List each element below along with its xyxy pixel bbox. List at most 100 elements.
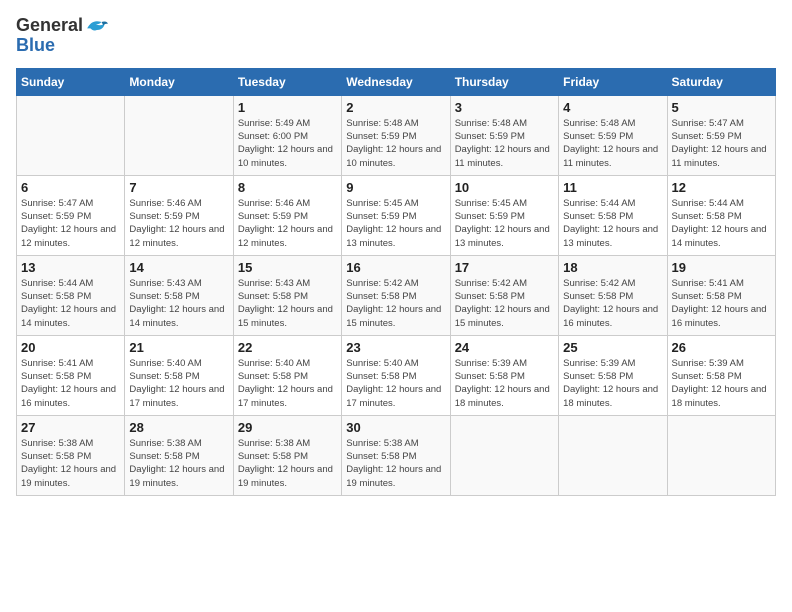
day-number: 9: [346, 180, 445, 195]
day-number: 29: [238, 420, 337, 435]
calendar-cell: 23 Sunrise: 5:40 AM Sunset: 5:58 PM Dayli…: [342, 335, 450, 415]
day-content: Sunrise: 5:38 AM Sunset: 5:58 PM Dayligh…: [346, 437, 445, 490]
calendar-cell: [559, 415, 667, 495]
calendar-cell: [125, 95, 233, 175]
day-content: Sunrise: 5:48 AM Sunset: 5:59 PM Dayligh…: [455, 117, 554, 170]
calendar-cell: 30 Sunrise: 5:38 AM Sunset: 5:58 PM Dayli…: [342, 415, 450, 495]
day-number: 1: [238, 100, 337, 115]
day-content: Sunrise: 5:38 AM Sunset: 5:58 PM Dayligh…: [21, 437, 120, 490]
calendar-table: SundayMondayTuesdayWednesdayThursdayFrid…: [16, 68, 776, 496]
calendar-cell: 24 Sunrise: 5:39 AM Sunset: 5:58 PM Dayli…: [450, 335, 558, 415]
day-number: 2: [346, 100, 445, 115]
day-number: 15: [238, 260, 337, 275]
calendar-cell: 6 Sunrise: 5:47 AM Sunset: 5:59 PM Daylig…: [17, 175, 125, 255]
day-content: Sunrise: 5:48 AM Sunset: 5:59 PM Dayligh…: [563, 117, 662, 170]
day-content: Sunrise: 5:38 AM Sunset: 5:58 PM Dayligh…: [238, 437, 337, 490]
day-number: 26: [672, 340, 771, 355]
calendar-cell: 9 Sunrise: 5:45 AM Sunset: 5:59 PM Daylig…: [342, 175, 450, 255]
day-content: Sunrise: 5:39 AM Sunset: 5:58 PM Dayligh…: [455, 357, 554, 410]
calendar-cell: 18Sunrise: 5:42 AM Sunset: 5:58 PM Dayli…: [559, 255, 667, 335]
calendar-cell: 8Sunrise: 5:46 AM Sunset: 5:59 PM Daylig…: [233, 175, 341, 255]
calendar-week-row: 6 Sunrise: 5:47 AM Sunset: 5:59 PM Daylig…: [17, 175, 776, 255]
calendar-cell: [17, 95, 125, 175]
calendar-cell: 29 Sunrise: 5:38 AM Sunset: 5:58 PM Dayli…: [233, 415, 341, 495]
day-number: 11: [563, 180, 662, 195]
day-number: 10: [455, 180, 554, 195]
day-content: Sunrise: 5:43 AM Sunset: 5:58 PM Dayligh…: [238, 277, 337, 330]
day-content: Sunrise: 5:41 AM Sunset: 5:58 PM Dayligh…: [21, 357, 120, 410]
day-number: 28: [129, 420, 228, 435]
day-content: Sunrise: 5:38 AM Sunset: 5:58 PM Dayligh…: [129, 437, 228, 490]
weekday-header-friday: Friday: [559, 68, 667, 95]
calendar-cell: 16 Sunrise: 5:42 AM Sunset: 5:58 PM Dayli…: [342, 255, 450, 335]
day-number: 22: [238, 340, 337, 355]
day-number: 13: [21, 260, 120, 275]
day-content: Sunrise: 5:39 AM Sunset: 5:58 PM Dayligh…: [563, 357, 662, 410]
calendar-cell: [450, 415, 558, 495]
calendar-cell: 26 Sunrise: 5:39 AM Sunset: 5:58 PM Dayli…: [667, 335, 775, 415]
weekday-header-row: SundayMondayTuesdayWednesdayThursdayFrid…: [17, 68, 776, 95]
day-content: Sunrise: 5:40 AM Sunset: 5:58 PM Dayligh…: [129, 357, 228, 410]
day-number: 14: [129, 260, 228, 275]
calendar-week-row: 27 Sunrise: 5:38 AM Sunset: 5:58 PM Dayli…: [17, 415, 776, 495]
calendar-cell: 21Sunrise: 5:40 AM Sunset: 5:58 PM Dayli…: [125, 335, 233, 415]
day-content: Sunrise: 5:48 AM Sunset: 5:59 PM Dayligh…: [346, 117, 445, 170]
calendar-cell: 20 Sunrise: 5:41 AM Sunset: 5:58 PM Dayli…: [17, 335, 125, 415]
day-content: Sunrise: 5:45 AM Sunset: 5:59 PM Dayligh…: [455, 197, 554, 250]
calendar-week-row: 1 Sunrise: 5:49 AM Sunset: 6:00 PM Daylig…: [17, 95, 776, 175]
calendar-cell: 19Sunrise: 5:41 AM Sunset: 5:58 PM Dayli…: [667, 255, 775, 335]
day-content: Sunrise: 5:46 AM Sunset: 5:59 PM Dayligh…: [238, 197, 337, 250]
day-content: Sunrise: 5:42 AM Sunset: 5:58 PM Dayligh…: [455, 277, 554, 330]
day-content: Sunrise: 5:47 AM Sunset: 5:59 PM Dayligh…: [21, 197, 120, 250]
day-content: Sunrise: 5:47 AM Sunset: 5:59 PM Dayligh…: [672, 117, 771, 170]
day-content: Sunrise: 5:39 AM Sunset: 5:58 PM Dayligh…: [672, 357, 771, 410]
logo-blue-text: Blue: [16, 36, 55, 56]
day-number: 27: [21, 420, 120, 435]
header: General Blue: [16, 16, 776, 56]
logo-bird-icon: [84, 16, 108, 36]
day-number: 6: [21, 180, 120, 195]
day-content: Sunrise: 5:49 AM Sunset: 6:00 PM Dayligh…: [238, 117, 337, 170]
calendar-cell: 10 Sunrise: 5:45 AM Sunset: 5:59 PM Dayli…: [450, 175, 558, 255]
day-content: Sunrise: 5:44 AM Sunset: 5:58 PM Dayligh…: [563, 197, 662, 250]
calendar-cell: 4 Sunrise: 5:48 AM Sunset: 5:59 PM Daylig…: [559, 95, 667, 175]
day-content: Sunrise: 5:41 AM Sunset: 5:58 PM Dayligh…: [672, 277, 771, 330]
day-content: Sunrise: 5:45 AM Sunset: 5:59 PM Dayligh…: [346, 197, 445, 250]
day-number: 12: [672, 180, 771, 195]
calendar-cell: 12Sunrise: 5:44 AM Sunset: 5:58 PM Dayli…: [667, 175, 775, 255]
calendar-cell: 2 Sunrise: 5:48 AM Sunset: 5:59 PM Daylig…: [342, 95, 450, 175]
day-number: 3: [455, 100, 554, 115]
calendar-cell: 15 Sunrise: 5:43 AM Sunset: 5:58 PM Dayli…: [233, 255, 341, 335]
calendar-cell: 22 Sunrise: 5:40 AM Sunset: 5:58 PM Dayli…: [233, 335, 341, 415]
calendar-cell: 11 Sunrise: 5:44 AM Sunset: 5:58 PM Dayli…: [559, 175, 667, 255]
calendar-cell: 7Sunrise: 5:46 AM Sunset: 5:59 PM Daylig…: [125, 175, 233, 255]
day-content: Sunrise: 5:43 AM Sunset: 5:58 PM Dayligh…: [129, 277, 228, 330]
logo-general-text: General: [16, 16, 83, 36]
calendar-cell: 17Sunrise: 5:42 AM Sunset: 5:58 PM Dayli…: [450, 255, 558, 335]
calendar-cell: 27 Sunrise: 5:38 AM Sunset: 5:58 PM Dayli…: [17, 415, 125, 495]
day-number: 25: [563, 340, 662, 355]
calendar-cell: 25 Sunrise: 5:39 AM Sunset: 5:58 PM Dayli…: [559, 335, 667, 415]
calendar-cell: 1 Sunrise: 5:49 AM Sunset: 6:00 PM Daylig…: [233, 95, 341, 175]
day-number: 4: [563, 100, 662, 115]
day-content: Sunrise: 5:42 AM Sunset: 5:58 PM Dayligh…: [346, 277, 445, 330]
day-content: Sunrise: 5:40 AM Sunset: 5:58 PM Dayligh…: [238, 357, 337, 410]
weekday-header-sunday: Sunday: [17, 68, 125, 95]
weekday-header-thursday: Thursday: [450, 68, 558, 95]
day-number: 24: [455, 340, 554, 355]
calendar-cell: 28 Sunrise: 5:38 AM Sunset: 5:58 PM Dayli…: [125, 415, 233, 495]
day-number: 5: [672, 100, 771, 115]
day-number: 20: [21, 340, 120, 355]
day-number: 7: [129, 180, 228, 195]
calendar-cell: 3 Sunrise: 5:48 AM Sunset: 5:59 PM Daylig…: [450, 95, 558, 175]
day-number: 30: [346, 420, 445, 435]
logo: General Blue: [16, 16, 108, 56]
day-number: 23: [346, 340, 445, 355]
calendar-week-row: 20 Sunrise: 5:41 AM Sunset: 5:58 PM Dayli…: [17, 335, 776, 415]
calendar-cell: 5 Sunrise: 5:47 AM Sunset: 5:59 PM Daylig…: [667, 95, 775, 175]
weekday-header-monday: Monday: [125, 68, 233, 95]
day-content: Sunrise: 5:44 AM Sunset: 5:58 PM Dayligh…: [21, 277, 120, 330]
weekday-header-tuesday: Tuesday: [233, 68, 341, 95]
day-number: 16: [346, 260, 445, 275]
day-content: Sunrise: 5:40 AM Sunset: 5:58 PM Dayligh…: [346, 357, 445, 410]
